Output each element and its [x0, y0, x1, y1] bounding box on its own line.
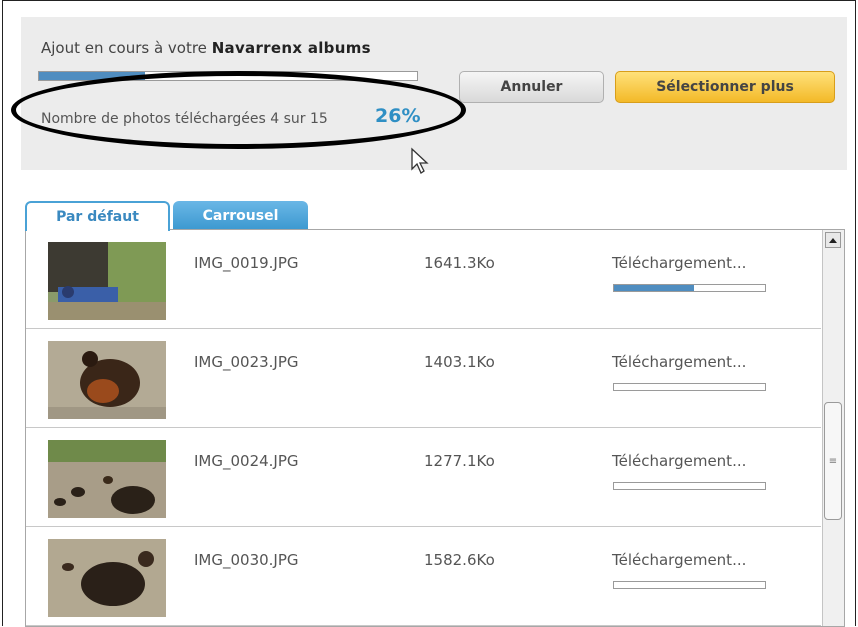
upload-status: Téléchargement...: [612, 254, 747, 272]
file-progress-bar: [613, 284, 766, 292]
album-name: Navarrenx albums: [211, 39, 371, 57]
file-name: IMG_0024.JPG: [194, 452, 299, 470]
upload-status: Téléchargement...: [612, 353, 747, 371]
photo-thumbnail: [48, 440, 166, 518]
file-name: IMG_0019.JPG: [194, 254, 299, 272]
upload-heading: Ajout en cours à votre Navarrenx albums: [41, 39, 371, 57]
chevron-up-icon[interactable]: [825, 232, 841, 248]
list-item: IMG_0030.JPG 1582.6Ko Téléchargement...: [26, 527, 821, 626]
list-item: IMG_0023.JPG 1403.1Ko Téléchargement...: [26, 329, 821, 428]
heading-prefix: Ajout en cours à votre: [41, 39, 207, 57]
file-list: IMG_0019.JPG 1641.3Ko Téléchargement... …: [25, 229, 845, 627]
vertical-scrollbar[interactable]: ≡: [822, 230, 844, 626]
file-progress-bar: [613, 581, 766, 589]
grip-icon: ≡: [828, 455, 838, 467]
cancel-button[interactable]: Annuler: [459, 71, 604, 103]
photo-thumbnail: [48, 341, 166, 419]
overall-progress-fill: [39, 72, 145, 80]
scrollbar-thumb[interactable]: ≡: [824, 402, 842, 520]
mouse-pointer-icon: [411, 147, 429, 174]
select-more-button[interactable]: Sélectionner plus: [615, 71, 835, 103]
file-size: 1641.3Ko: [424, 254, 495, 272]
photo-count-text: Nombre de photos téléchargées 4 sur 15: [41, 111, 328, 127]
tab-default[interactable]: Par défaut: [25, 201, 170, 231]
photo-thumbnail: [48, 242, 166, 320]
list-item: IMG_0019.JPG 1641.3Ko Téléchargement...: [26, 230, 821, 329]
list-item: IMG_0024.JPG 1277.1Ko Téléchargement...: [26, 428, 821, 527]
upload-window: Ajout en cours à votre Navarrenx albums …: [2, 0, 856, 627]
photo-thumbnail: [48, 539, 166, 617]
upload-status: Téléchargement...: [612, 551, 747, 569]
upload-status: Téléchargement...: [612, 452, 747, 470]
file-progress-fill: [614, 285, 695, 291]
progress-percent: 26%: [375, 105, 421, 127]
file-progress-bar: [613, 383, 766, 391]
tab-carousel[interactable]: Carrousel: [173, 201, 308, 231]
file-size: 1277.1Ko: [424, 452, 495, 470]
file-size: 1403.1Ko: [424, 353, 495, 371]
overall-progress-bar: [38, 71, 418, 81]
file-name: IMG_0030.JPG: [194, 551, 299, 569]
file-progress-bar: [613, 482, 766, 490]
file-name: IMG_0023.JPG: [194, 353, 299, 371]
file-size: 1582.6Ko: [424, 551, 495, 569]
